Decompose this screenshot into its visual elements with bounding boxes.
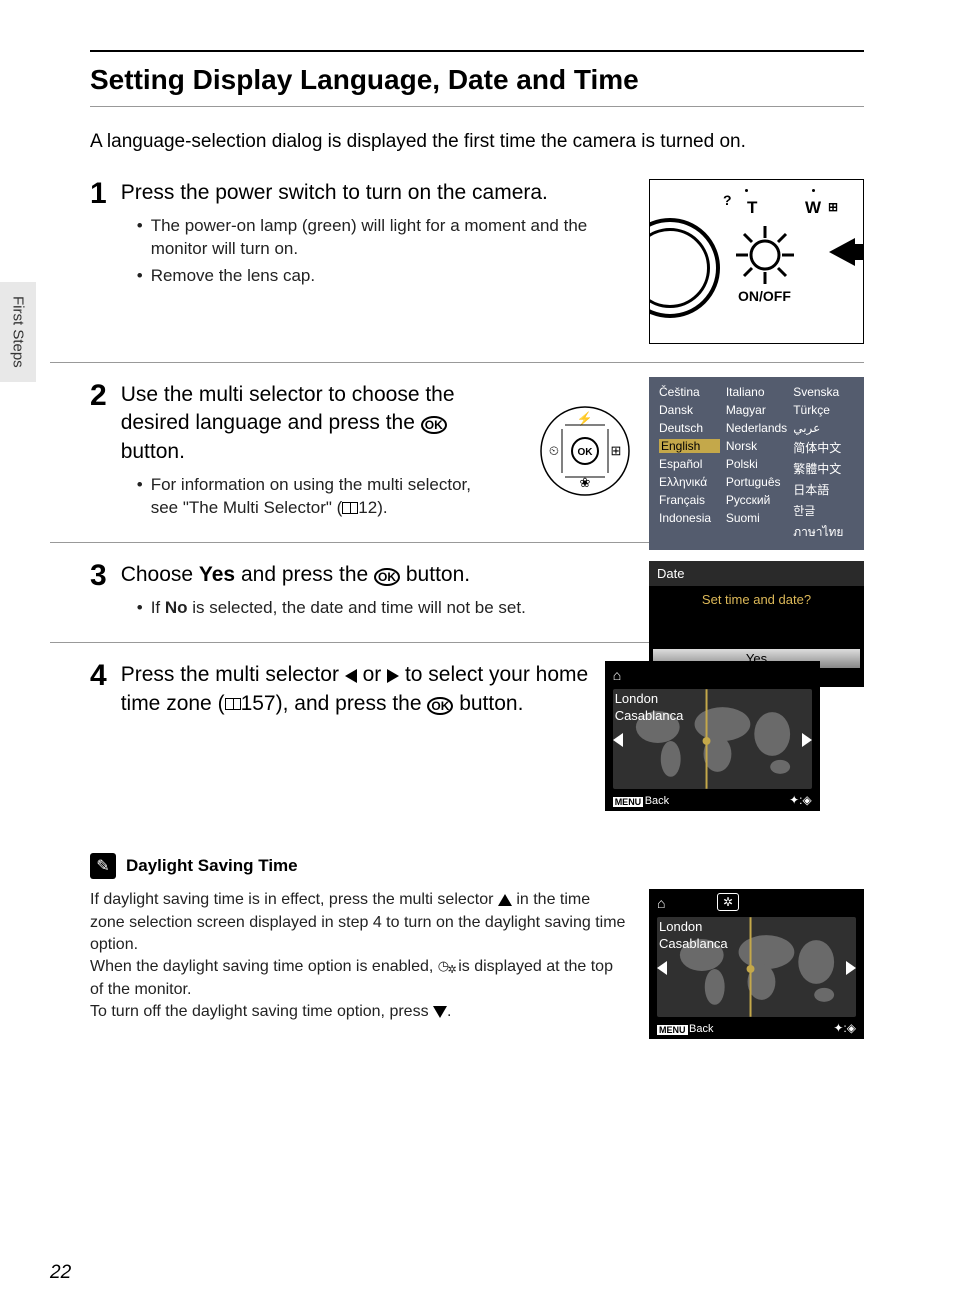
dot-icon [812,189,815,192]
lang-option: عربي [793,421,854,435]
onoff-label: ON/OFF [738,288,791,304]
manual-page: First Steps Setting Display Language, Da… [0,0,954,1314]
help-icon: ? [723,192,732,208]
svg-text:⏲: ⏲ [549,443,559,458]
step-2: 2 Use the multi selector to choose the d… [50,381,864,543]
lang-option: Français [659,493,720,507]
step-number: 3 [90,561,107,624]
lang-option: Italiano [726,385,787,399]
dst-note: ✎ Daylight Saving Time If daylight savin… [90,853,864,1039]
lang-option-selected: English [659,439,720,453]
left-icon [345,669,357,683]
zoom-w-label: W [805,198,821,218]
dst-badge-icon: ✲ [717,893,739,911]
note-icon: ✎ [90,853,116,879]
dialog-prompt: Set time and date? [649,586,864,649]
zoom-t-label: T [747,198,757,218]
step-4: 4 Press the multi selector or to select … [50,661,864,829]
lang-option: Deutsch [659,421,720,435]
right-arrow-icon [846,961,856,975]
lang-option: Polski [726,457,787,471]
camera-diagram: SCENE ? T W ⊞ ON/OFF [649,179,864,344]
step-heading: Press the power switch to turn on the ca… [121,179,635,207]
back-label: Back [689,1023,713,1035]
lang-option: Svenska [793,385,854,399]
ok-icon: OK [374,568,400,586]
page-number: 22 [50,1262,71,1284]
note-title: Daylight Saving Time [126,856,298,876]
lang-option: Русский [726,493,787,507]
note-body: If daylight saving time is in effect, pr… [90,889,629,1039]
lang-option: Português [726,475,787,489]
lang-option: 简体中文 [793,439,854,456]
multi-selector-icon: OK⚡❀⏲⊞ [539,405,631,497]
timezone-screen-dst: ⌂ ✲ LondonCasablanca MENU Back ✦:◈ [649,889,864,1039]
ok-icon: OK [421,416,447,434]
back-label: Back [645,795,669,807]
step-1: 1 Press the power switch to turn on the … [50,179,864,363]
timezone-screen: ⌂ LondonCasablanca MENU Back ✦:◈ [605,661,820,811]
city-label: LondonCasablanca [659,919,728,953]
scene-label: SCENE [649,308,652,339]
book-icon [225,698,241,710]
page-title: Setting Display Language, Date and Time [90,50,864,107]
lang-option: Magyar [726,403,787,417]
dialog-title: Date [649,561,864,586]
book-icon [342,502,358,514]
left-arrow-icon [613,733,623,747]
intro-text: A language-selection dialog is displayed… [90,131,864,153]
lang-option: Nederlands [726,421,787,435]
step-number: 2 [90,381,107,524]
step-3: 3 Choose Yes and press the OK button. If… [50,561,864,643]
step-number: 4 [90,661,107,811]
step-heading: Use the multi selector to choose the des… [121,381,491,466]
step-number: 1 [90,179,107,344]
right-arrow-icon [802,733,812,747]
bullet: Remove the lens cap. [137,265,635,288]
step-heading: Press the multi selector or to select yo… [121,661,591,718]
step-heading: Choose Yes and press the OK button. [121,561,591,589]
bullet: The power-on lamp (green) will light for… [137,215,635,261]
lang-option: Türkçe [793,403,854,417]
ok-icon: OK [427,697,453,715]
down-icon [433,1006,447,1018]
language-screen: Čeština Dansk Deutsch English Español Ελ… [649,377,864,550]
bullet: If No is selected, the date and time wil… [137,597,591,620]
lang-option: Ελληνικά [659,475,720,489]
lang-option: ภาษาไทย [793,523,854,542]
dst-icon [438,959,454,975]
lang-option: Čeština [659,385,720,399]
thumbnail-icon: ⊞ [828,200,838,214]
menu-label: MENU [613,797,644,807]
menu-label: MENU [657,1025,688,1035]
nav-hint-icon: ✦:◈ [833,1021,856,1035]
left-arrow-icon [657,961,667,975]
svg-text:OK: OK [578,447,594,458]
lang-option: Indonesia [659,511,720,525]
home-icon: ⌂ [613,667,621,683]
lang-option: Suomi [726,511,787,525]
lang-option: Español [659,457,720,471]
lang-option: Dansk [659,403,720,417]
section-tab: First Steps [0,282,36,382]
up-icon [498,894,512,906]
lang-option: 繁體中文 [793,460,854,477]
nav-hint-icon: ✦:◈ [789,793,812,807]
svg-text:⊞: ⊞ [611,443,622,458]
lang-option: 日本語 [793,481,854,498]
right-icon [387,669,399,683]
power-switch-icon [730,220,800,290]
lang-option: Norsk [726,439,787,453]
mode-dial-icon [649,218,720,318]
arrow-icon [829,238,855,266]
dot-icon [745,189,748,192]
city-label: LondonCasablanca [615,691,684,725]
home-icon: ⌂ [657,895,665,911]
bullet: For information on using the multi selec… [137,474,491,520]
lang-option: 한글 [793,502,854,519]
